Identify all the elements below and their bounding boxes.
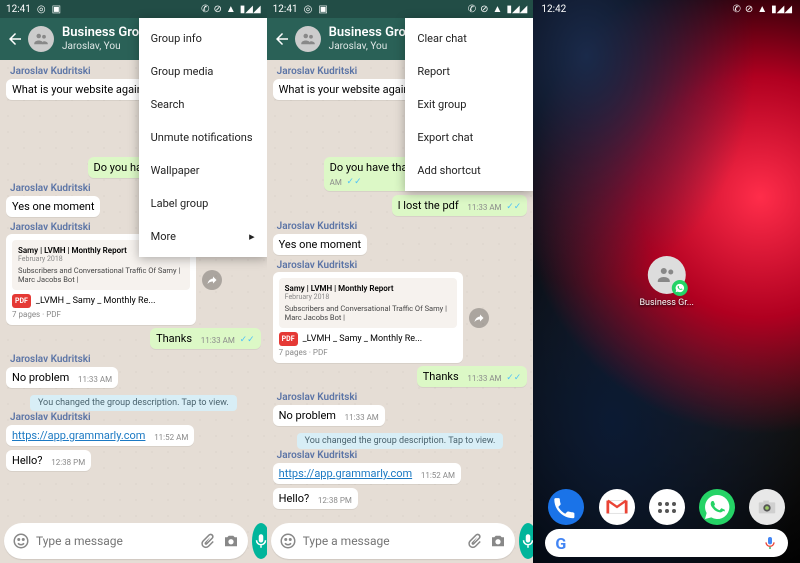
menu-item-add-shortcut[interactable]: Add shortcut — [405, 154, 533, 187]
status-bar: 12:41 ◎ ▣ ✆ ⊘ ▲ ▮◢◢ — [267, 0, 534, 18]
document-card[interactable]: Samy | LVMH | Monthly Report February 20… — [273, 272, 463, 363]
whatsapp-badge-icon — [672, 280, 688, 296]
back-icon[interactable] — [273, 30, 291, 48]
clock-text: 12:41 — [273, 4, 298, 15]
read-ticks-icon: ✓✓ — [240, 335, 255, 345]
sender-name: Jaroslav Kudritski — [277, 392, 528, 403]
phone-app-icon[interactable] — [548, 489, 584, 525]
menu-item-more[interactable]: More▸ — [139, 220, 267, 253]
camera-icon[interactable] — [489, 532, 507, 550]
pdf-badge: PDF — [12, 294, 31, 308]
message-bubble[interactable]: I lost the pdf 11:33 AM ✓✓ — [392, 195, 528, 216]
dnd-icon: ⊘ — [745, 4, 753, 15]
sender-name: Jaroslav Kudritski — [10, 354, 261, 365]
app-drawer-icon[interactable] — [649, 489, 685, 525]
forward-icon[interactable] — [202, 270, 222, 290]
app-icon: ▣ — [318, 4, 327, 15]
sender-name: Jaroslav Kudritski — [277, 260, 528, 271]
attach-icon[interactable] — [465, 532, 483, 550]
whatsapp-app-icon[interactable] — [699, 489, 735, 525]
link-text[interactable]: https://app.grammarly.com — [12, 429, 145, 442]
group-avatar[interactable] — [295, 26, 321, 52]
message-bubble[interactable]: https://app.grammarly.com 11:52 AM — [273, 463, 461, 484]
google-search-pill[interactable]: G — [545, 529, 788, 557]
message-bubble[interactable]: Yes one moment — [273, 234, 367, 255]
message-bubble[interactable]: Yes one moment — [6, 196, 100, 217]
message-input[interactable] — [303, 534, 459, 548]
wifi-icon: ▲ — [226, 4, 236, 15]
menu-item-report[interactable]: Report — [405, 55, 533, 88]
message-bubble[interactable]: Hello? 12:38 PM — [273, 488, 358, 509]
camera-app-icon[interactable] — [749, 489, 785, 525]
mic-button[interactable] — [519, 523, 534, 559]
message-bubble[interactable]: What is your website again — [6, 79, 149, 100]
system-message[interactable]: You changed the group description. Tap t… — [273, 433, 528, 446]
whatsapp-icon: ✆ — [201, 4, 209, 15]
pdf-badge: PDF — [279, 332, 298, 346]
clock-text: 12:41 — [6, 4, 31, 15]
status-bar: 12:41 ◎ ▣ ✆ ⊘ ▲ ▮◢◢ — [0, 0, 267, 18]
menu-item-label-group[interactable]: Label group — [139, 187, 267, 220]
clock-text: 12:42 — [541, 4, 566, 15]
menu-item-exit-group[interactable]: Exit group — [405, 88, 533, 121]
link-text[interactable]: https://app.grammarly.com — [279, 467, 412, 480]
message-input[interactable] — [36, 534, 192, 548]
overflow-menu: Group info Group media Search Unmute not… — [139, 18, 267, 257]
group-avatar[interactable] — [28, 26, 54, 52]
signal-icon: ▮◢◢ — [771, 4, 792, 15]
menu-item-search[interactable]: Search — [139, 88, 267, 121]
back-icon[interactable] — [6, 30, 24, 48]
chevron-right-icon: ▸ — [249, 230, 255, 243]
gmail-app-icon[interactable] — [599, 489, 635, 525]
sender-name: Jaroslav Kudritski — [277, 450, 528, 461]
app-icon: ◎ — [37, 4, 46, 15]
emoji-icon[interactable] — [12, 532, 30, 550]
sender-name: Jaroslav Kudritski — [277, 221, 528, 232]
shortcut-label: Business Gr... — [639, 298, 693, 308]
menu-item-clear-chat[interactable]: Clear chat — [405, 22, 533, 55]
message-input-container[interactable] — [4, 523, 248, 559]
system-message[interactable]: You changed the group description. Tap t… — [6, 395, 261, 408]
menu-item-wallpaper[interactable]: Wallpaper — [139, 154, 267, 187]
message-bubble[interactable]: Thanks 11:33 AM ✓✓ — [150, 328, 261, 349]
dnd-icon: ⊘ — [213, 4, 221, 15]
forward-icon[interactable] — [469, 308, 489, 328]
message-bubble[interactable]: Thanks 11:33 AM ✓✓ — [417, 366, 528, 387]
signal-icon: ▮◢◢ — [506, 4, 527, 15]
status-bar: 12:42 ✆ ⊘ ▲ ▮◢◢ — [533, 0, 800, 18]
wifi-icon: ▲ — [493, 4, 503, 15]
google-logo-icon: G — [555, 534, 566, 553]
whatsapp-icon: ✆ — [732, 4, 740, 15]
app-icon: ▣ — [52, 4, 61, 15]
menu-item-export-chat[interactable]: Export chat — [405, 121, 533, 154]
message-bubble[interactable]: https://app.grammarly.com 11:52 AM — [6, 425, 194, 446]
message-bubble[interactable]: No problem 11:33 AM — [6, 367, 118, 388]
read-ticks-icon: ✓✓ — [347, 177, 362, 187]
read-ticks-icon: ✓✓ — [506, 373, 521, 383]
attach-icon[interactable] — [198, 532, 216, 550]
mic-button[interactable] — [252, 523, 267, 559]
overflow-submenu: Clear chat Report Exit group Export chat… — [405, 18, 533, 191]
emoji-icon[interactable] — [279, 532, 297, 550]
menu-item-group-info[interactable]: Group info — [139, 22, 267, 55]
shortcut-avatar — [648, 256, 686, 294]
signal-icon: ▮◢◢ — [240, 4, 261, 15]
read-ticks-icon: ✓✓ — [506, 202, 521, 212]
message-bubble[interactable]: Hello? 12:38 PM — [6, 450, 91, 471]
dock — [541, 489, 792, 525]
camera-icon[interactable] — [222, 532, 240, 550]
chat-shortcut[interactable]: Business Gr... — [639, 256, 693, 308]
google-mic-icon[interactable] — [762, 535, 778, 551]
sender-name: Jaroslav Kudritski — [10, 412, 261, 423]
wifi-icon: ▲ — [757, 4, 767, 15]
whatsapp-icon: ✆ — [468, 4, 476, 15]
message-bubble[interactable]: No problem 11:33 AM — [273, 405, 385, 426]
message-bubble[interactable]: What is your website again — [273, 79, 416, 100]
dnd-icon: ⊘ — [480, 4, 488, 15]
message-input-container[interactable] — [271, 523, 515, 559]
menu-item-unmute[interactable]: Unmute notifications — [139, 121, 267, 154]
app-icon: ◎ — [304, 4, 313, 15]
menu-item-group-media[interactable]: Group media — [139, 55, 267, 88]
